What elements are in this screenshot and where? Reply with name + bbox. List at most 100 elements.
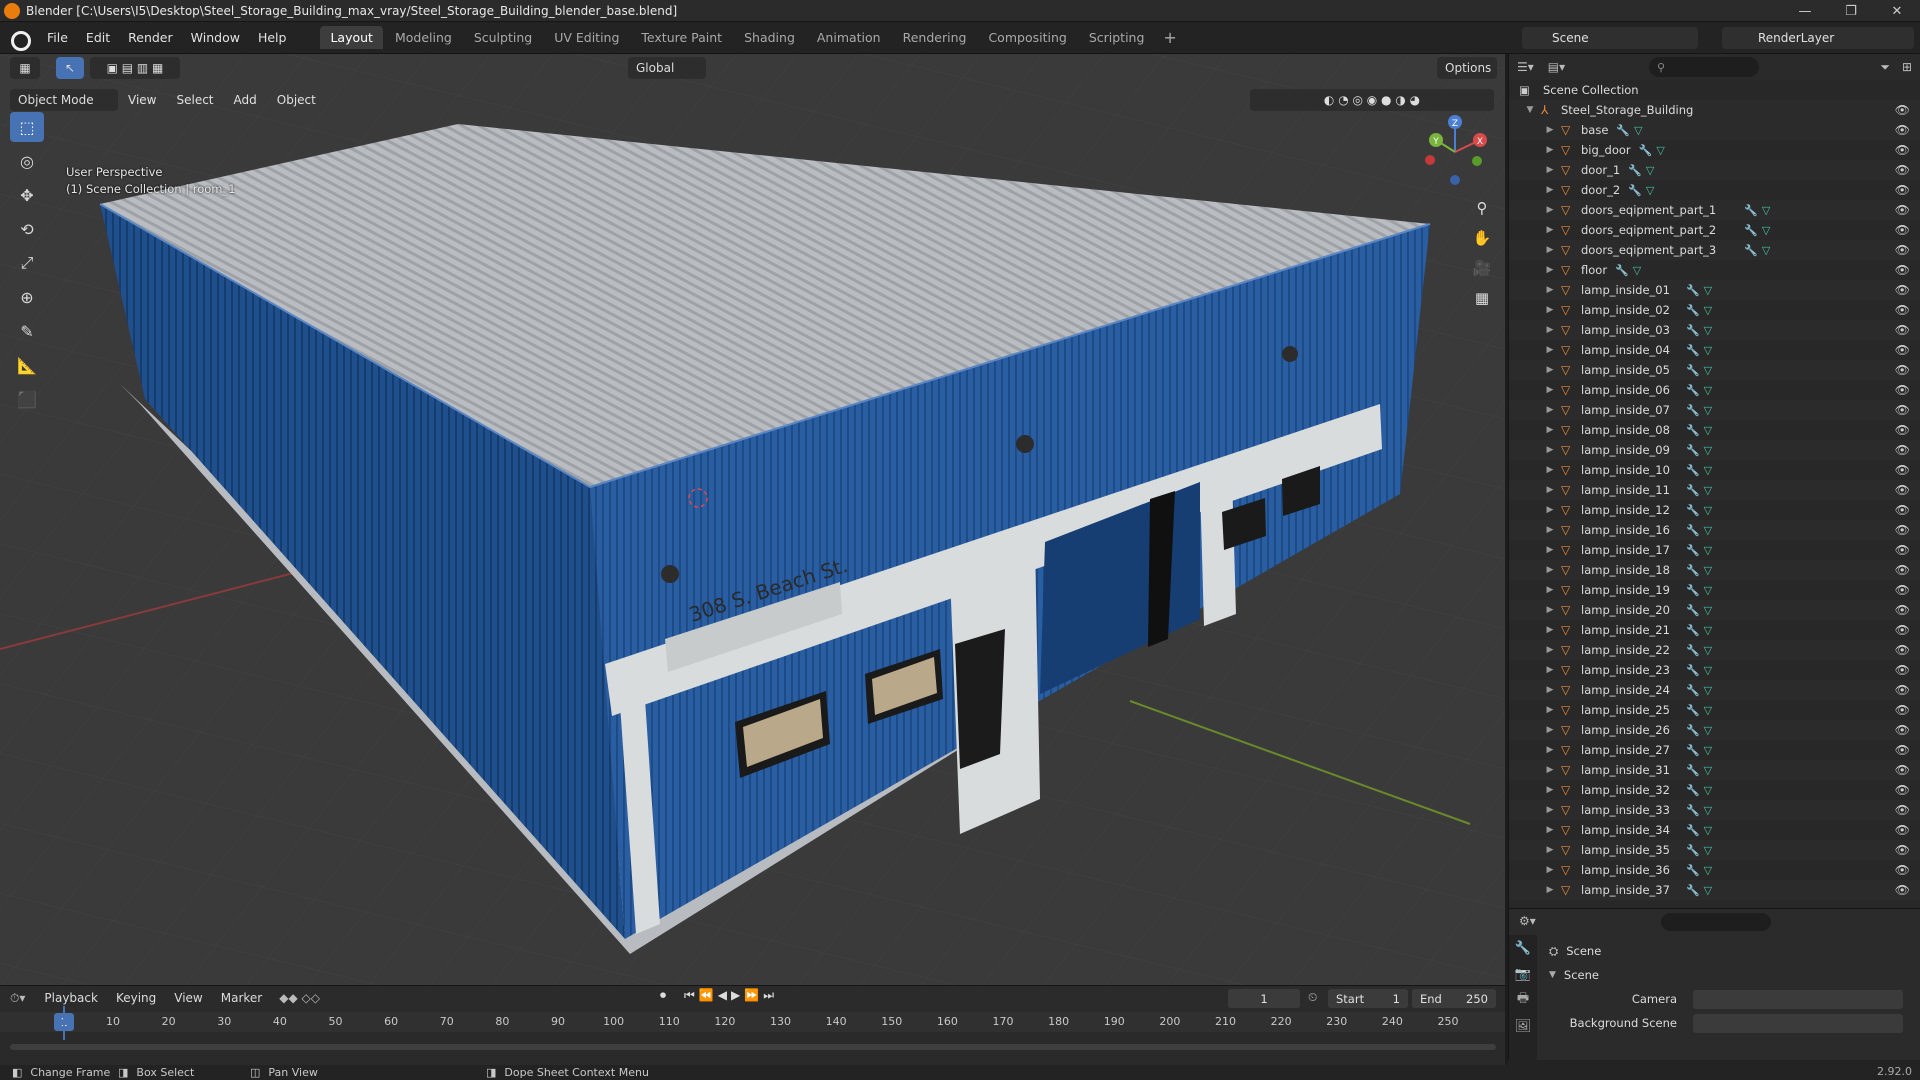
outliner-row[interactable]: ▶ ▽ lamp_inside_35 🔧 ▽ 👁 [1509,840,1920,860]
editor-type-button[interactable]: ▦ [10,57,40,79]
visibility-eye-icon[interactable]: 👁 [1895,463,1910,477]
modifier-wrench-icon[interactable]: 🔧 [1628,184,1642,197]
expand-arrow-icon[interactable]: ▶ [1543,685,1557,695]
modifier-wrench-icon[interactable]: 🔧 [1686,664,1700,677]
mesh-data-icon[interactable]: ▽ [1704,664,1712,677]
visibility-eye-icon[interactable]: 👁 [1895,363,1910,377]
tab-sculpting[interactable]: Sculpting [464,26,542,49]
outliner-row[interactable]: ▶ ▽ lamp_inside_27 🔧 ▽ 👁 [1509,740,1920,760]
mesh-data-icon[interactable]: ▽ [1704,724,1712,737]
expand-arrow-icon[interactable]: ▶ [1543,625,1557,635]
outliner-row[interactable]: ▶ ▽ lamp_inside_12 🔧 ▽ 👁 [1509,500,1920,520]
mesh-data-icon[interactable]: ▽ [1704,404,1712,417]
modifier-wrench-icon[interactable]: 🔧 [1686,844,1700,857]
tool-tab-icon[interactable]: 🔧 [1509,935,1537,961]
outliner-row[interactable]: ▶ ▽ lamp_inside_33 🔧 ▽ 👁 [1509,800,1920,820]
scale-icon[interactable]: ⤢ [10,248,44,278]
menu-render[interactable]: Render [119,22,182,54]
mesh-data-icon[interactable]: ▽ [1704,644,1712,657]
expand-arrow-icon[interactable]: ▶ [1543,385,1557,395]
modifier-wrench-icon[interactable]: 🔧 [1628,164,1642,177]
expand-arrow-icon[interactable]: ▶ [1543,285,1557,295]
expand-arrow-icon[interactable]: ▶ [1543,185,1557,195]
jump-end-icon[interactable]: ⏭ [763,988,774,1003]
visibility-eye-icon[interactable]: 👁 [1895,423,1910,437]
mesh-data-icon[interactable]: ▽ [1704,564,1712,577]
view-layer-tab-icon[interactable]: 🖼 [1509,1013,1537,1039]
modifier-wrench-icon[interactable]: 🔧 [1686,724,1700,737]
camera-field[interactable] [1693,989,1903,1009]
modifier-wrench-icon[interactable]: 🔧 [1686,764,1700,777]
mesh-data-icon[interactable]: ▽ [1704,764,1712,777]
outliner-row[interactable]: ▶ ▽ lamp_inside_36 🔧 ▽ 👁 [1509,860,1920,880]
add-workspace-icon[interactable]: + [1155,28,1184,47]
timeline-area[interactable] [0,1032,1505,1066]
new-collection-icon[interactable]: ⊞ [1902,60,1912,74]
tab-uv-editing[interactable]: UV Editing [544,26,629,49]
visibility-eye-icon[interactable]: 👁 [1895,403,1910,417]
move-icon[interactable]: ✥ [10,180,44,210]
visibility-eye-icon[interactable]: 👁 [1895,583,1910,597]
visibility-eye-icon[interactable]: 👁 [1895,723,1910,737]
visibility-eye-icon[interactable]: 👁 [1895,243,1910,257]
expand-arrow-icon[interactable]: ▶ [1543,405,1557,415]
visibility-eye-icon[interactable]: 👁 [1895,563,1910,577]
mesh-data-icon[interactable]: ▽ [1704,624,1712,637]
expand-arrow-icon[interactable]: ▶ [1543,565,1557,575]
pan-hand-icon[interactable]: ✋ [1468,224,1496,252]
background-scene-field[interactable] [1693,1013,1903,1033]
expand-arrow-icon[interactable]: ▶ [1543,645,1557,655]
modifier-wrench-icon[interactable]: 🔧 [1686,304,1700,317]
outliner-row[interactable]: ▶ ▽ big_door 🔧 ▽ 👁 [1509,140,1920,160]
next-keyframe-icon[interactable]: ⏩ [744,988,759,1003]
tab-layout[interactable]: Layout [320,26,383,49]
viewport-menu-select[interactable]: Select [166,93,223,107]
transform-icon[interactable]: ⊕ [10,282,44,312]
expand-arrow-icon[interactable]: ▶ [1543,725,1557,735]
outliner-row[interactable]: ▶ ▽ doors_eqipment_part_3 🔧 ▽ 👁 [1509,240,1920,260]
expand-arrow-icon[interactable]: ▶ [1543,845,1557,855]
outliner-row[interactable]: ▶ ▽ lamp_inside_19 🔧 ▽ 👁 [1509,580,1920,600]
outliner-row[interactable]: ▶ ▽ lamp_inside_05 🔧 ▽ 👁 [1509,360,1920,380]
selection-mode-buttons[interactable]: ▣ ▤ ▥ ▦ [90,57,180,79]
panel-collapse-icon[interactable]: ▼ [1549,970,1556,980]
visibility-eye-icon[interactable]: 👁 [1895,703,1910,717]
modifier-wrench-icon[interactable]: 🔧 [1686,584,1700,597]
scene-selector[interactable]: Scene [1522,27,1698,49]
scene-collection-row[interactable]: ▣ Scene Collection [1509,80,1920,100]
mesh-data-icon[interactable]: ▽ [1704,304,1712,317]
mesh-data-icon[interactable]: ▽ [1704,584,1712,597]
mesh-data-icon[interactable]: ▽ [1762,224,1770,237]
visibility-eye-icon[interactable]: 👁 [1895,863,1910,877]
mesh-data-icon[interactable]: ▽ [1704,344,1712,357]
viewport-shading-buttons[interactable]: ◐ ◔ ◎ ◉ ● ◑ ◕ [1250,89,1494,111]
visibility-eye-icon[interactable]: 👁 [1895,143,1910,157]
modifier-wrench-icon[interactable]: 🔧 [1686,464,1700,477]
expand-arrow-icon[interactable]: ▶ [1543,265,1557,275]
visibility-eye-icon[interactable]: 👁 [1895,763,1910,777]
outliner-row[interactable]: ▶ ▽ lamp_inside_26 🔧 ▽ 👁 [1509,720,1920,740]
mesh-data-icon[interactable]: ▽ [1762,244,1770,257]
modifier-wrench-icon[interactable]: 🔧 [1616,124,1630,137]
end-frame-field[interactable]: End 250 [1412,989,1496,1008]
visibility-eye-icon[interactable]: 👁 [1895,163,1910,177]
mesh-data-icon[interactable]: ▽ [1634,124,1642,137]
tab-texture-paint[interactable]: Texture Paint [631,26,732,49]
3d-viewport[interactable]: Z X Y 308 S. Beach St. ▦ ↖ ▣ ▤ ▥ ▦ Globa… [0,54,1505,985]
mesh-data-icon[interactable]: ▽ [1704,364,1712,377]
visibility-eye-icon[interactable]: 👁 [1895,223,1910,237]
expand-arrow-icon[interactable]: ▶ [1543,225,1557,235]
object-mode-dropdown[interactable]: Object Mode [10,89,118,111]
expand-arrow-icon[interactable]: ▶ [1543,365,1557,375]
outliner-row[interactable]: ▶ ▽ lamp_inside_07 🔧 ▽ 👁 [1509,400,1920,420]
expand-arrow-icon[interactable]: ▼ [1523,105,1537,115]
perspective-grid-icon[interactable]: ▦ [1468,284,1496,312]
outliner-row[interactable]: ▶ ▽ lamp_inside_10 🔧 ▽ 👁 [1509,460,1920,480]
visibility-eye-icon[interactable]: 👁 [1895,603,1910,617]
outliner-editor-icon[interactable]: ☰▾ [1517,60,1534,74]
expand-arrow-icon[interactable]: ▶ [1543,865,1557,875]
visibility-eye-icon[interactable]: 👁 [1895,503,1910,517]
play-icon[interactable]: ▶ [731,988,740,1003]
rotate-icon[interactable]: ⟲ [10,214,44,244]
visibility-eye-icon[interactable]: 👁 [1895,323,1910,337]
